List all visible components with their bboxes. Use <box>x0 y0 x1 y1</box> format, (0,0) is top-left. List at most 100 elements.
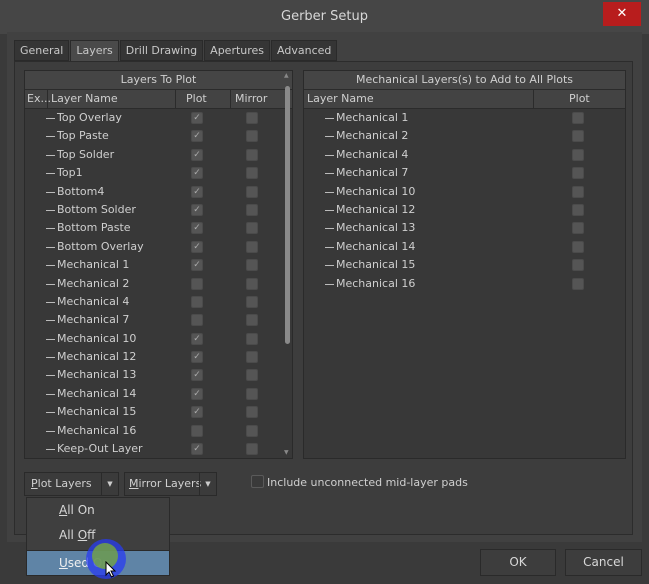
layer-name: Top Overlay <box>57 111 122 124</box>
plot-checkbox[interactable] <box>191 277 203 290</box>
mirror-checkbox[interactable] <box>246 443 258 456</box>
mirror-layers-dropdown[interactable]: Mirror Layers ▼ <box>124 472 217 496</box>
plot-checkbox[interactable] <box>191 314 203 327</box>
scroll-up-icon[interactable]: ▲ <box>284 72 289 79</box>
mirror-checkbox[interactable] <box>246 203 258 216</box>
plot-checkbox[interactable]: ✓ <box>191 112 203 124</box>
plot-checkbox[interactable] <box>572 112 584 124</box>
right-column-header: Layer Name Plot <box>304 90 625 109</box>
mirror-checkbox[interactable] <box>246 387 258 400</box>
plot-checkbox[interactable]: ✓ <box>191 240 203 253</box>
mirror-checkbox[interactable] <box>246 167 258 180</box>
mirror-checkbox[interactable] <box>246 259 258 272</box>
mirror-checkbox[interactable] <box>246 240 258 253</box>
plot-checkbox[interactable] <box>191 424 203 437</box>
scroll-thumb[interactable] <box>285 86 290 344</box>
tab-layers[interactable]: Layers <box>70 40 119 62</box>
chevron-down-icon[interactable]: ▼ <box>101 473 118 495</box>
layer-name: Mechanical 14 <box>57 386 137 400</box>
layer-name: Mechanical 7 <box>57 313 130 327</box>
cancel-button[interactable]: Cancel <box>565 549 642 576</box>
plot-checkbox[interactable] <box>572 222 584 235</box>
menu-item[interactable]: All On <box>27 498 169 523</box>
plot-checkbox[interactable] <box>572 148 584 161</box>
mirror-checkbox[interactable] <box>246 277 258 290</box>
chevron-down-icon[interactable]: ▼ <box>199 473 216 495</box>
menu-item-post: ll On <box>67 503 95 517</box>
plot-checkbox[interactable]: ✓ <box>191 130 203 143</box>
col-plot[interactable]: Plot <box>569 92 590 105</box>
layer-row: Top Solder ✓ <box>25 146 292 164</box>
col-mirror[interactable]: Mirror <box>235 92 267 105</box>
mirror-checkbox[interactable] <box>246 351 258 364</box>
mirror-checkbox[interactable] <box>246 314 258 327</box>
mirror-checkbox[interactable] <box>246 424 258 437</box>
layer-name: Mechanical 12 <box>336 202 416 216</box>
plot-checkbox[interactable]: ✓ <box>191 203 203 216</box>
include-pads-label[interactable]: Include unconnected mid-layer pads <box>267 476 468 489</box>
mirror-checkbox[interactable] <box>246 130 258 143</box>
tree-line-icon <box>46 209 55 211</box>
tab-apertures[interactable]: Apertures <box>204 40 271 61</box>
menu-item-accel: O <box>77 528 88 542</box>
mirror-checkbox[interactable] <box>246 185 258 198</box>
plot-checkbox[interactable]: ✓ <box>191 387 203 400</box>
layer-name: Mechanical 15 <box>57 405 137 419</box>
scroll-down-icon[interactable]: ▼ <box>284 449 289 456</box>
plot-checkbox[interactable]: ✓ <box>191 332 203 345</box>
layer-name: Mechanical 13 <box>336 221 416 235</box>
plot-checkbox[interactable] <box>572 167 584 180</box>
layer-name: Mechanical 16 <box>336 276 416 290</box>
left-scrollbar[interactable]: ▲ ▼ <box>283 72 292 456</box>
tab-general[interactable]: General <box>14 40 70 61</box>
plot-checkbox[interactable] <box>191 295 203 308</box>
plot-checkbox[interactable]: ✓ <box>191 167 203 180</box>
tree-line-icon <box>325 154 334 156</box>
plot-checkbox[interactable] <box>572 259 584 272</box>
plot-checkbox[interactable]: ✓ <box>191 406 203 419</box>
layer-row: Mechanical 15 ✓ <box>25 403 292 421</box>
col-plot[interactable]: Plot <box>186 92 207 105</box>
menu-item-pre: All <box>59 528 78 542</box>
layer-name: Keep-Out Layer <box>57 442 143 456</box>
mirror-checkbox[interactable] <box>246 332 258 345</box>
layer-name: Bottom4 <box>57 184 105 198</box>
mirror-checkbox[interactable] <box>246 222 258 235</box>
tree-line-icon <box>46 228 55 230</box>
tab-drill-drawing[interactable]: Drill Drawing <box>119 40 204 61</box>
close-button[interactable]: ✕ <box>603 2 641 26</box>
layer-row: Mechanical 7 <box>25 311 292 329</box>
ok-button[interactable]: OK <box>480 549 556 576</box>
mirror-checkbox[interactable] <box>246 369 258 382</box>
plot-checkbox[interactable] <box>572 185 584 198</box>
plot-checkbox[interactable]: ✓ <box>191 369 203 382</box>
plot-checkbox[interactable]: ✓ <box>191 185 203 198</box>
mechanical-row: Mechanical 14 <box>304 238 625 256</box>
plot-checkbox[interactable]: ✓ <box>191 222 203 235</box>
tree-line-icon <box>46 320 55 322</box>
plot-checkbox[interactable]: ✓ <box>191 259 203 272</box>
plot-checkbox[interactable] <box>572 203 584 216</box>
col-layer-name[interactable]: Layer Name <box>51 92 118 105</box>
tree-line-icon <box>325 246 334 248</box>
layer-row: Mechanical 13 ✓ <box>25 366 292 384</box>
mirror-checkbox[interactable] <box>246 148 258 161</box>
layer-name: Bottom Solder <box>57 202 136 216</box>
plot-layers-dropdown[interactable]: Plot Layers ▼ <box>24 472 119 496</box>
layer-name: Bottom Paste <box>57 221 131 235</box>
plot-checkbox[interactable]: ✓ <box>191 443 203 456</box>
plot-checkbox[interactable]: ✓ <box>191 351 203 364</box>
col-layer-name[interactable]: Layer Name <box>307 92 374 105</box>
plot-checkbox[interactable] <box>572 240 584 253</box>
plot-checkbox[interactable] <box>572 277 584 290</box>
include-pads-checkbox[interactable] <box>251 475 264 488</box>
plot-checkbox[interactable]: ✓ <box>191 148 203 161</box>
plot-checkbox[interactable] <box>572 130 584 143</box>
tab-advanced[interactable]: Advanced <box>271 40 338 61</box>
mechanical-row: Mechanical 7 <box>304 164 625 182</box>
layer-row: Keep-Out Layer ✓ <box>25 440 292 458</box>
mirror-checkbox[interactable] <box>246 112 258 124</box>
mirror-checkbox[interactable] <box>246 406 258 419</box>
mirror-checkbox[interactable] <box>246 295 258 308</box>
mechanical-layers-title: Mechanical Layers(s) to Add to All Plots <box>304 71 625 90</box>
